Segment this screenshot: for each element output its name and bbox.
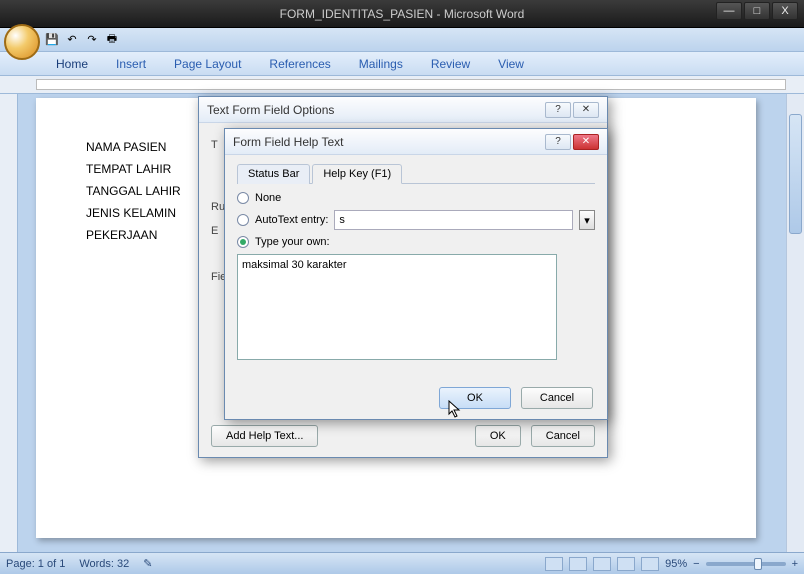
view-outline-icon[interactable] (617, 557, 635, 571)
dialog-form-field-help-text: Form Field Help Text ? ✕ Status Bar Help… (224, 128, 608, 420)
quick-access-toolbar: 💾 ↶ ↷ 🖶 (0, 28, 804, 52)
save-icon[interactable]: 💾 (44, 32, 60, 48)
dlg2-ok-button[interactable]: OK (439, 387, 511, 409)
tab-help-key[interactable]: Help Key (F1) (312, 164, 402, 184)
dlg1-label: T (211, 139, 218, 151)
vertical-scrollbar[interactable] (786, 94, 804, 552)
tab-view[interactable]: View (498, 57, 524, 71)
dialog1-close-icon[interactable]: ✕ (573, 102, 599, 118)
ribbon-tabs: Home Insert Page Layout References Maili… (0, 52, 804, 76)
view-web-icon[interactable] (593, 557, 611, 571)
radio-none-label: None (255, 192, 281, 204)
redo-icon[interactable]: ↷ (84, 32, 100, 48)
tab-insert[interactable]: Insert (116, 57, 146, 71)
dialog1-title: Text Form Field Options (207, 103, 334, 117)
radio-none[interactable] (237, 192, 249, 204)
minimize-button[interactable]: — (716, 2, 742, 20)
zoom-slider[interactable] (706, 562, 786, 566)
zoom-in-icon[interactable]: + (792, 558, 798, 570)
status-words[interactable]: Words: 32 (79, 558, 129, 570)
dialog2-tabs: Status Bar Help Key (F1) (237, 163, 595, 184)
dlg2-cancel-button[interactable]: Cancel (521, 387, 593, 409)
status-bar: Page: 1 of 1 Words: 32 ✎ 95% − + (0, 552, 804, 574)
view-draft-icon[interactable] (641, 557, 659, 571)
radio-autotext[interactable] (237, 214, 249, 226)
tab-references[interactable]: References (269, 57, 330, 71)
tab-review[interactable]: Review (431, 57, 470, 71)
dialog2-titlebar[interactable]: Form Field Help Text ? ✕ (225, 129, 607, 155)
dialog1-help-icon[interactable]: ? (545, 102, 571, 118)
undo-icon[interactable]: ↶ (64, 32, 80, 48)
title-bar: FORM_IDENTITAS_PASIEN - Microsoft Word —… (0, 0, 804, 28)
maximize-button[interactable]: □ (744, 2, 770, 20)
dialog1-titlebar[interactable]: Text Form Field Options ? ✕ (199, 97, 607, 123)
dropdown-icon[interactable]: ▾ (579, 210, 595, 230)
ruler-horizontal[interactable] (0, 76, 804, 94)
dialog2-title: Form Field Help Text (233, 135, 343, 149)
proofing-icon[interactable]: ✎ (143, 557, 152, 570)
tab-status-bar[interactable]: Status Bar (237, 164, 310, 184)
zoom-percent[interactable]: 95% (665, 558, 687, 570)
radio-type-own-label: Type your own: (255, 236, 330, 248)
window-controls: — □ X (716, 2, 798, 20)
zoom-thumb[interactable] (754, 558, 762, 570)
tab-mailings[interactable]: Mailings (359, 57, 403, 71)
dialog2-help-icon[interactable]: ? (545, 134, 571, 150)
view-fullscreen-icon[interactable] (569, 557, 587, 571)
view-print-layout-icon[interactable] (545, 557, 563, 571)
dlg1-cancel-button[interactable]: Cancel (531, 425, 595, 447)
status-page[interactable]: Page: 1 of 1 (6, 558, 65, 570)
window-title: FORM_IDENTITAS_PASIEN - Microsoft Word (280, 7, 525, 21)
office-button[interactable] (4, 24, 40, 60)
print-icon[interactable]: 🖶 (104, 32, 120, 48)
radio-autotext-label: AutoText entry: (255, 214, 328, 226)
radio-type-own[interactable] (237, 236, 249, 248)
dlg1-ok-button[interactable]: OK (475, 425, 521, 447)
scroll-thumb[interactable] (789, 114, 802, 234)
add-help-text-button[interactable]: Add Help Text... (211, 425, 318, 447)
close-button[interactable]: X (772, 2, 798, 20)
ruler-vertical[interactable] (0, 94, 18, 552)
dialog2-close-icon[interactable]: ✕ (573, 134, 599, 150)
tab-page-layout[interactable]: Page Layout (174, 57, 241, 71)
tab-home[interactable]: Home (56, 57, 88, 71)
help-text-textarea[interactable] (237, 254, 557, 360)
zoom-out-icon[interactable]: − (693, 558, 699, 570)
autotext-entry-combo[interactable] (334, 210, 573, 230)
